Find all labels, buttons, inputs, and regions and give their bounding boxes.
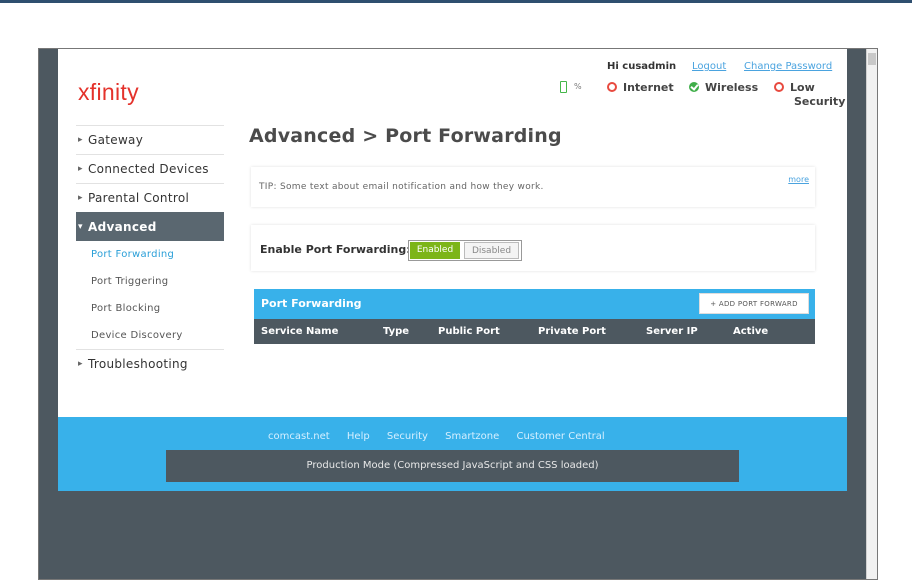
top-border bbox=[0, 0, 912, 3]
column-server-ip: Server IP bbox=[646, 326, 698, 337]
more-link[interactable]: more bbox=[788, 175, 809, 184]
logout-link[interactable]: Logout bbox=[692, 61, 726, 72]
subnav-port-forwarding[interactable]: Port Forwarding bbox=[76, 241, 224, 268]
column-public-port: Public Port bbox=[438, 326, 500, 337]
chevron-right-icon: ▸ bbox=[78, 164, 83, 174]
footer-link-smartzone[interactable]: Smartzone bbox=[445, 431, 499, 442]
enable-port-forwarding-box: Enable Port Forwarding: Enabled Disabled bbox=[251, 225, 815, 271]
xfinity-logo[interactable]: xfinity bbox=[78, 79, 139, 106]
security-warning-icon bbox=[774, 82, 784, 92]
enable-toggle[interactable]: Enabled Disabled bbox=[408, 240, 522, 261]
footer: comcast.net Help Security Smartzone Cust… bbox=[58, 417, 847, 491]
greeting: Hi cusadmin bbox=[607, 61, 677, 72]
add-port-forward-button[interactable]: + ADD PORT FORWARD bbox=[699, 293, 809, 314]
internet-status: Internet bbox=[607, 81, 674, 94]
wireless-ok-icon bbox=[689, 82, 699, 92]
disabled-option[interactable]: Disabled bbox=[464, 242, 519, 259]
chevron-right-icon: ▸ bbox=[78, 193, 83, 203]
footer-link-customer-central[interactable]: Customer Central bbox=[516, 431, 604, 442]
column-private-port: Private Port bbox=[538, 326, 606, 337]
sidebar-item-label: Parental Control bbox=[88, 191, 190, 205]
enable-label: Enable Port Forwarding: bbox=[260, 243, 411, 256]
sidebar-item-troubleshooting[interactable]: ▸ Troubleshooting bbox=[76, 349, 224, 378]
left-margin bbox=[39, 49, 58, 579]
browser-frame: xfinity Hi cusadmin Logout Change Passwo… bbox=[38, 48, 878, 580]
sidebar-item-gateway[interactable]: ▸ Gateway bbox=[76, 125, 224, 154]
footer-link-security[interactable]: Security bbox=[387, 431, 428, 442]
sidebar-nav: ▸ Gateway ▸ Connected Devices ▸ Parental Co… bbox=[76, 125, 224, 378]
page-title: Advanced > Port Forwarding bbox=[249, 125, 562, 147]
table-column-headers: Service Name Type Public Port Private Po… bbox=[254, 319, 815, 344]
footer-link-comcast[interactable]: comcast.net bbox=[268, 431, 330, 442]
sidebar-item-label: Advanced bbox=[88, 220, 157, 234]
battery-percent: % bbox=[574, 82, 582, 91]
column-active: Active bbox=[733, 326, 769, 337]
tip-text: TIP: Some text about email notification … bbox=[259, 182, 544, 192]
sidebar-item-label: Connected Devices bbox=[88, 162, 209, 176]
header-status-area: Hi cusadmin Logout Change Password % Int… bbox=[560, 61, 845, 121]
subnav-device-discovery[interactable]: Device Discovery bbox=[76, 322, 224, 349]
security-label-line2: Security bbox=[794, 95, 846, 108]
production-mode-bar: Production Mode (Compressed JavaScript a… bbox=[166, 450, 739, 482]
chevron-down-icon: ▾ bbox=[78, 222, 83, 232]
internet-label: Internet bbox=[623, 81, 674, 94]
port-forwarding-table: Port Forwarding + ADD PORT FORWARD Servi… bbox=[254, 289, 815, 344]
battery-icon bbox=[560, 81, 567, 93]
wireless-label: Wireless bbox=[705, 81, 759, 94]
column-type: Type bbox=[383, 326, 410, 337]
internet-error-icon bbox=[607, 82, 617, 92]
enabled-option[interactable]: Enabled bbox=[410, 242, 460, 259]
footer-links: comcast.net Help Security Smartzone Cust… bbox=[268, 431, 619, 442]
chevron-right-icon: ▸ bbox=[78, 135, 83, 145]
sidebar-item-advanced[interactable]: ▾ Advanced bbox=[76, 212, 224, 241]
sidebar-item-label: Troubleshooting bbox=[88, 357, 188, 371]
tip-box: TIP: Some text about email notification … bbox=[251, 167, 815, 207]
security-status: Low bbox=[774, 81, 815, 94]
sidebar-item-connected-devices[interactable]: ▸ Connected Devices bbox=[76, 154, 224, 183]
sidebar-item-label: Gateway bbox=[88, 133, 144, 147]
vertical-scrollbar[interactable] bbox=[866, 49, 877, 579]
subnav-port-triggering[interactable]: Port Triggering bbox=[76, 268, 224, 295]
scroll-thumb[interactable] bbox=[868, 53, 876, 65]
security-label: Low bbox=[790, 81, 815, 94]
change-password-link[interactable]: Change Password bbox=[744, 61, 832, 72]
footer-link-help[interactable]: Help bbox=[347, 431, 370, 442]
chevron-right-icon: ▸ bbox=[78, 359, 83, 369]
column-service-name: Service Name bbox=[261, 326, 339, 337]
table-header-bar: Port Forwarding + ADD PORT FORWARD bbox=[254, 289, 815, 319]
wireless-status: Wireless bbox=[689, 81, 758, 94]
subnav-port-blocking[interactable]: Port Blocking bbox=[76, 295, 224, 322]
sidebar-item-parental-control[interactable]: ▸ Parental Control bbox=[76, 183, 224, 212]
table-title: Port Forwarding bbox=[261, 297, 362, 310]
